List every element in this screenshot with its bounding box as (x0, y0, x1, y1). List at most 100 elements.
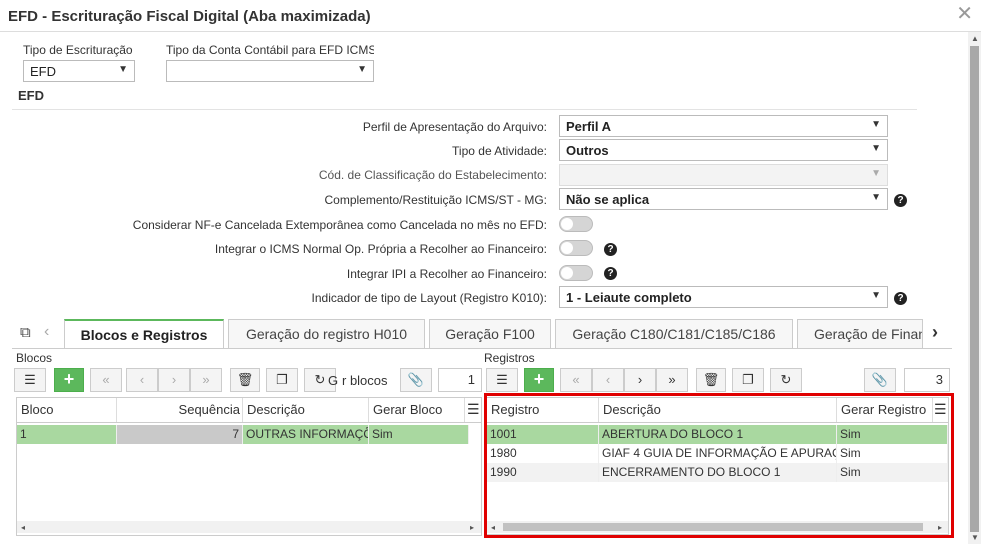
attach-icon[interactable]: 📎 (864, 368, 896, 392)
cell-descricao: OUTRAS INFORMAÇÕES (243, 425, 369, 444)
col-registro[interactable]: Registro (487, 398, 599, 422)
table-row[interactable]: 1001 ABERTURA DO BLOCO 1 Sim (487, 425, 948, 444)
col-gerar-registro[interactable]: Gerar Registro (837, 398, 933, 422)
first-page-icon[interactable]: « (560, 368, 592, 392)
chevron-down-icon: ▼ (871, 168, 881, 179)
chevron-down-icon: ▼ (357, 64, 367, 75)
gerar-blocos-button[interactable]: r blocos (342, 373, 388, 388)
col-descricao[interactable]: Descrição (243, 398, 369, 422)
chevron-down-icon: ▼ (871, 119, 881, 130)
scroll-down-icon[interactable]: ▼ (971, 533, 979, 542)
col-bloco[interactable]: Bloco (17, 398, 117, 422)
complemento-select[interactable]: Não se aplica ▼ (559, 188, 888, 210)
blocos-hscroll[interactable]: ◂ ▸ (17, 521, 481, 533)
vertical-scrollbar[interactable]: ▲ ▼ (968, 32, 981, 544)
cell-registro: 1980 (487, 444, 599, 463)
scroll-right-icon[interactable]: ▸ (470, 523, 474, 532)
integrar-icms-toggle[interactable] (559, 240, 593, 256)
copy-icon[interactable]: ⧉ (20, 324, 31, 341)
cell-gerar: Sim (837, 425, 948, 444)
last-page-icon[interactable]: » (190, 368, 222, 392)
toggle-knob (561, 242, 573, 254)
cell-descricao: ABERTURA DO BLOCO 1 (599, 425, 837, 444)
column-menu-icon[interactable]: ☰ (934, 401, 947, 418)
atividade-select[interactable]: Outros ▼ (559, 139, 888, 161)
help-icon[interactable]: ? (894, 194, 907, 207)
tipo-conta-label: Tipo da Conta Contábil para EFD ICMS (166, 43, 374, 57)
close-icon[interactable]: ✕ (956, 4, 973, 24)
scrollbar-thumb[interactable] (970, 46, 979, 532)
refresh-icon[interactable]: ↻ (770, 368, 802, 392)
tab-scroll-right-icon[interactable]: › (932, 322, 938, 343)
tab-scroll-left-icon[interactable]: ‹ (44, 323, 49, 341)
scroll-left-icon[interactable]: ◂ (21, 523, 25, 532)
prev-page-icon[interactable]: ‹ (592, 368, 624, 392)
copy-record-icon[interactable]: ❐ (732, 368, 764, 392)
layout-select[interactable]: 1 - Leiaute completo ▼ (559, 286, 888, 308)
hscroll-thumb[interactable] (503, 523, 923, 531)
help-icon[interactable]: ? (894, 292, 907, 305)
menu-icon[interactable]: ☰ (486, 368, 518, 392)
cell-gerar: Sim (837, 463, 948, 482)
nfe-cancelada-toggle[interactable] (559, 216, 593, 232)
integrar-ipi-label: Integrar IPI a Recolher ao Financeiro: (346, 267, 547, 281)
tipo-conta-select[interactable]: ▼ (166, 60, 374, 82)
attach-icon[interactable]: 📎 (400, 368, 432, 392)
chevron-down-icon: ▼ (118, 64, 128, 75)
cell-descricao: ENCERRAMENTO DO BLOCO 1 (599, 463, 837, 482)
copy-record-icon[interactable]: ❐ (266, 368, 298, 392)
perfil-select[interactable]: Perfil A ▼ (559, 115, 888, 137)
first-page-icon[interactable]: « (90, 368, 122, 392)
add-button[interactable]: + (54, 368, 84, 392)
section-label: EFD (18, 88, 44, 103)
tab-blocos-registros[interactable]: Blocos e Registros (64, 319, 224, 349)
cell-gerar: Sim (369, 425, 469, 444)
registros-count: 3 (904, 368, 950, 392)
chevron-down-icon: ▼ (871, 192, 881, 203)
cell-bloco: 1 (17, 425, 117, 444)
table-row[interactable]: 1980 GIAF 4 GUIA DE INFORMAÇÃO E APURAÇÃ… (487, 444, 948, 463)
toggle-knob (561, 218, 573, 230)
table-row[interactable]: 1990 ENCERRAMENTO DO BLOCO 1 Sim (487, 463, 948, 482)
table-row[interactable]: 1 7 OUTRAS INFORMAÇÕES Sim (17, 425, 469, 444)
cell-registro: 1001 (487, 425, 599, 444)
help-icon[interactable]: ? (604, 243, 617, 256)
col-gerar-bloco[interactable]: Gerar Bloco (369, 398, 465, 422)
col-descricao[interactable]: Descrição (599, 398, 837, 422)
delete-icon[interactable]: 🗑 (230, 368, 260, 392)
scroll-left-icon[interactable]: ◂ (491, 523, 495, 532)
menu-icon[interactable]: ☰ (14, 368, 46, 392)
registros-grid-header: Registro Descrição Gerar Registro ☰ (487, 398, 948, 423)
cell-registro: 1990 (487, 463, 599, 482)
integrar-ipi-toggle[interactable] (559, 265, 593, 281)
layout-label: Indicador de tipo de Layout (Registro K0… (311, 291, 547, 305)
scroll-right-icon[interactable]: ▸ (938, 523, 942, 532)
column-menu-icon[interactable]: ☰ (467, 401, 480, 418)
tab-geracao-f100[interactable]: Geração F100 (429, 319, 551, 349)
tab-geracao-c180[interactable]: Geração C180/C181/C185/C186 (555, 319, 793, 349)
chevron-down-icon: ▼ (871, 143, 881, 154)
tipo-escrituracao-select[interactable]: EFD ▼ (23, 60, 135, 82)
blocos-grid-header: Bloco Sequência Descrição Gerar Bloco ☰ (17, 398, 481, 423)
registros-grid: Registro Descrição Gerar Registro ☰ 1001… (486, 397, 949, 535)
prev-page-icon[interactable]: ‹ (126, 368, 158, 392)
atividade-label: Tipo de Atividade: (452, 144, 547, 158)
chevron-down-icon: ▼ (871, 290, 881, 301)
next-page-icon[interactable]: › (158, 368, 190, 392)
last-page-icon[interactable]: » (656, 368, 688, 392)
registros-hscroll[interactable]: ◂ ▸ (487, 521, 948, 533)
tab-geracao-h010[interactable]: Geração do registro H010 (228, 319, 425, 349)
blocos-count: 1 (438, 368, 482, 392)
perfil-label: Perfil de Apresentação do Arquivo: (362, 120, 547, 134)
help-icon[interactable]: ? (604, 267, 617, 280)
add-button[interactable]: + (524, 368, 554, 392)
complemento-label: Complemento/Restituição ICMS/ST - MG: (324, 193, 547, 207)
col-sequencia[interactable]: Sequência (117, 398, 243, 422)
next-page-icon[interactable]: › (624, 368, 656, 392)
delete-icon[interactable]: 🗑 (696, 368, 726, 392)
integrar-icms-label: Integrar o ICMS Normal Op. Própria a Rec… (214, 242, 547, 256)
nfe-cancelada-label: Considerar NF-e Cancelada Extemporânea c… (132, 218, 547, 232)
scroll-up-icon[interactable]: ▲ (971, 34, 979, 43)
registros-toolbar: ☰ + « ‹ › » 🗑 ❐ ↻ 📎 3 (486, 366, 952, 395)
tab-geracao-financeiro[interactable]: Geração de Finan (797, 319, 923, 349)
